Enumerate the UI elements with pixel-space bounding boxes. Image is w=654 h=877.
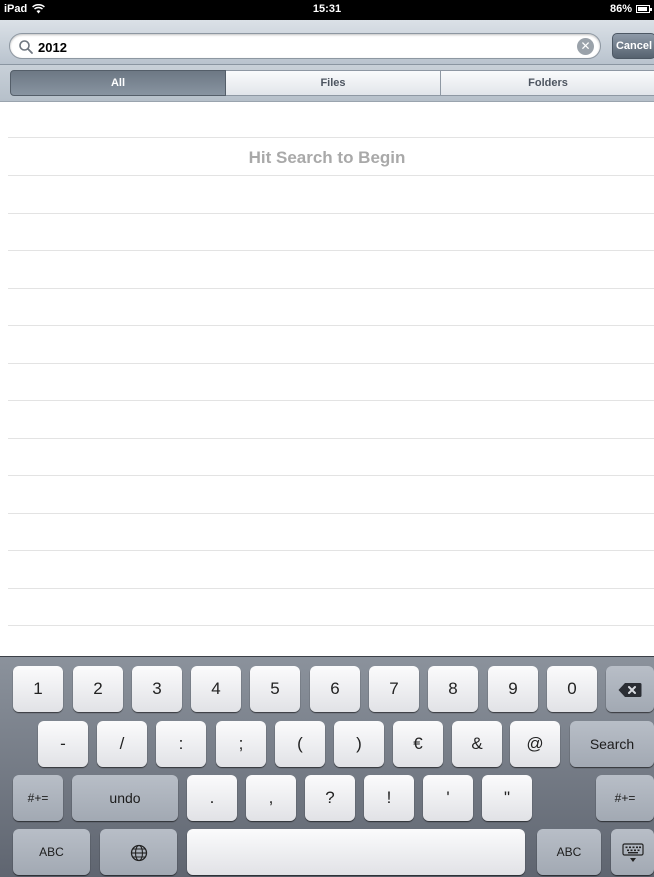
key-0[interactable]: 0 <box>547 666 597 712</box>
key-apostrophe[interactable]: ' <box>423 775 473 821</box>
key-minus[interactable]: - <box>38 721 88 767</box>
key-9[interactable]: 9 <box>488 666 538 712</box>
key-4[interactable]: 4 <box>191 666 241 712</box>
key-semicolon[interactable]: ; <box>216 721 266 767</box>
key-exclamation[interactable]: ! <box>364 775 414 821</box>
key-slash[interactable]: / <box>97 721 147 767</box>
key-6[interactable]: 6 <box>310 666 360 712</box>
key-comma[interactable]: , <box>246 775 296 821</box>
battery-icon <box>636 5 652 13</box>
list-separator <box>8 288 654 289</box>
search-bar: ✕ Cancel <box>0 20 654 65</box>
key-open-paren[interactable]: ( <box>275 721 325 767</box>
abc-key-left[interactable]: ABC <box>13 829 90 875</box>
symbols-key-left[interactable]: #+= <box>13 775 63 821</box>
list-separator <box>8 513 654 514</box>
battery-percent: 86% <box>609 3 632 15</box>
list-separator <box>8 400 654 401</box>
segmented-control: All Files Folders <box>10 70 654 96</box>
search-key[interactable]: Search <box>570 721 654 767</box>
key-close-paren[interactable]: ) <box>334 721 384 767</box>
key-quote[interactable]: " <box>482 775 532 821</box>
space-key[interactable] <box>187 829 525 875</box>
segment-files[interactable]: Files <box>226 70 441 96</box>
key-euro[interactable]: € <box>393 721 443 767</box>
keyboard: 1 2 3 4 5 6 7 8 9 0 - / : ; ( ) € & @ Se… <box>0 656 654 877</box>
list-separator <box>8 137 654 138</box>
list-separator <box>8 363 654 364</box>
symbols-key-right[interactable]: #+= <box>596 775 654 821</box>
list-separator <box>8 175 654 176</box>
list-separator <box>8 550 654 551</box>
clear-icon[interactable]: ✕ <box>577 38 594 55</box>
status-time: 15:31 <box>312 3 342 15</box>
key-1[interactable]: 1 <box>13 666 63 712</box>
status-bar: iPad 15:31 86% <box>0 0 654 20</box>
list-separator <box>8 325 654 326</box>
globe-key[interactable] <box>100 829 177 875</box>
list-separator <box>8 625 654 626</box>
key-ampersand[interactable]: & <box>452 721 502 767</box>
list-separator <box>8 438 654 439</box>
backspace-icon <box>618 682 642 697</box>
search-input[interactable] <box>38 38 558 56</box>
segment-folders[interactable]: Folders <box>441 70 654 96</box>
list-separator <box>8 475 654 476</box>
key-period[interactable]: . <box>187 775 237 821</box>
undo-key[interactable]: undo <box>72 775 178 821</box>
cancel-button[interactable]: Cancel <box>612 33 654 59</box>
key-question[interactable]: ? <box>305 775 355 821</box>
keyboard-dismiss-icon <box>621 842 644 862</box>
key-8[interactable]: 8 <box>428 666 478 712</box>
search-field[interactable]: ✕ <box>9 33 601 59</box>
globe-icon <box>130 844 147 861</box>
key-5[interactable]: 5 <box>250 666 300 712</box>
backspace-key[interactable] <box>606 666 654 712</box>
key-2[interactable]: 2 <box>73 666 123 712</box>
status-right: 86% <box>609 3 652 15</box>
list-separator <box>8 213 654 214</box>
empty-hint: Hit Search to Begin <box>248 148 406 167</box>
segment-all[interactable]: All <box>10 70 226 96</box>
dismiss-keyboard-key[interactable] <box>611 829 654 875</box>
list-separator <box>8 588 654 589</box>
results-list: Hit Search to Begin <box>0 102 654 656</box>
key-3[interactable]: 3 <box>132 666 182 712</box>
key-7[interactable]: 7 <box>369 666 419 712</box>
scope-bar: All Files Folders <box>0 65 654 102</box>
search-icon <box>19 40 33 54</box>
key-at[interactable]: @ <box>510 721 560 767</box>
abc-key-right[interactable]: ABC <box>537 829 601 875</box>
key-colon[interactable]: : <box>156 721 206 767</box>
list-separator <box>8 250 654 251</box>
